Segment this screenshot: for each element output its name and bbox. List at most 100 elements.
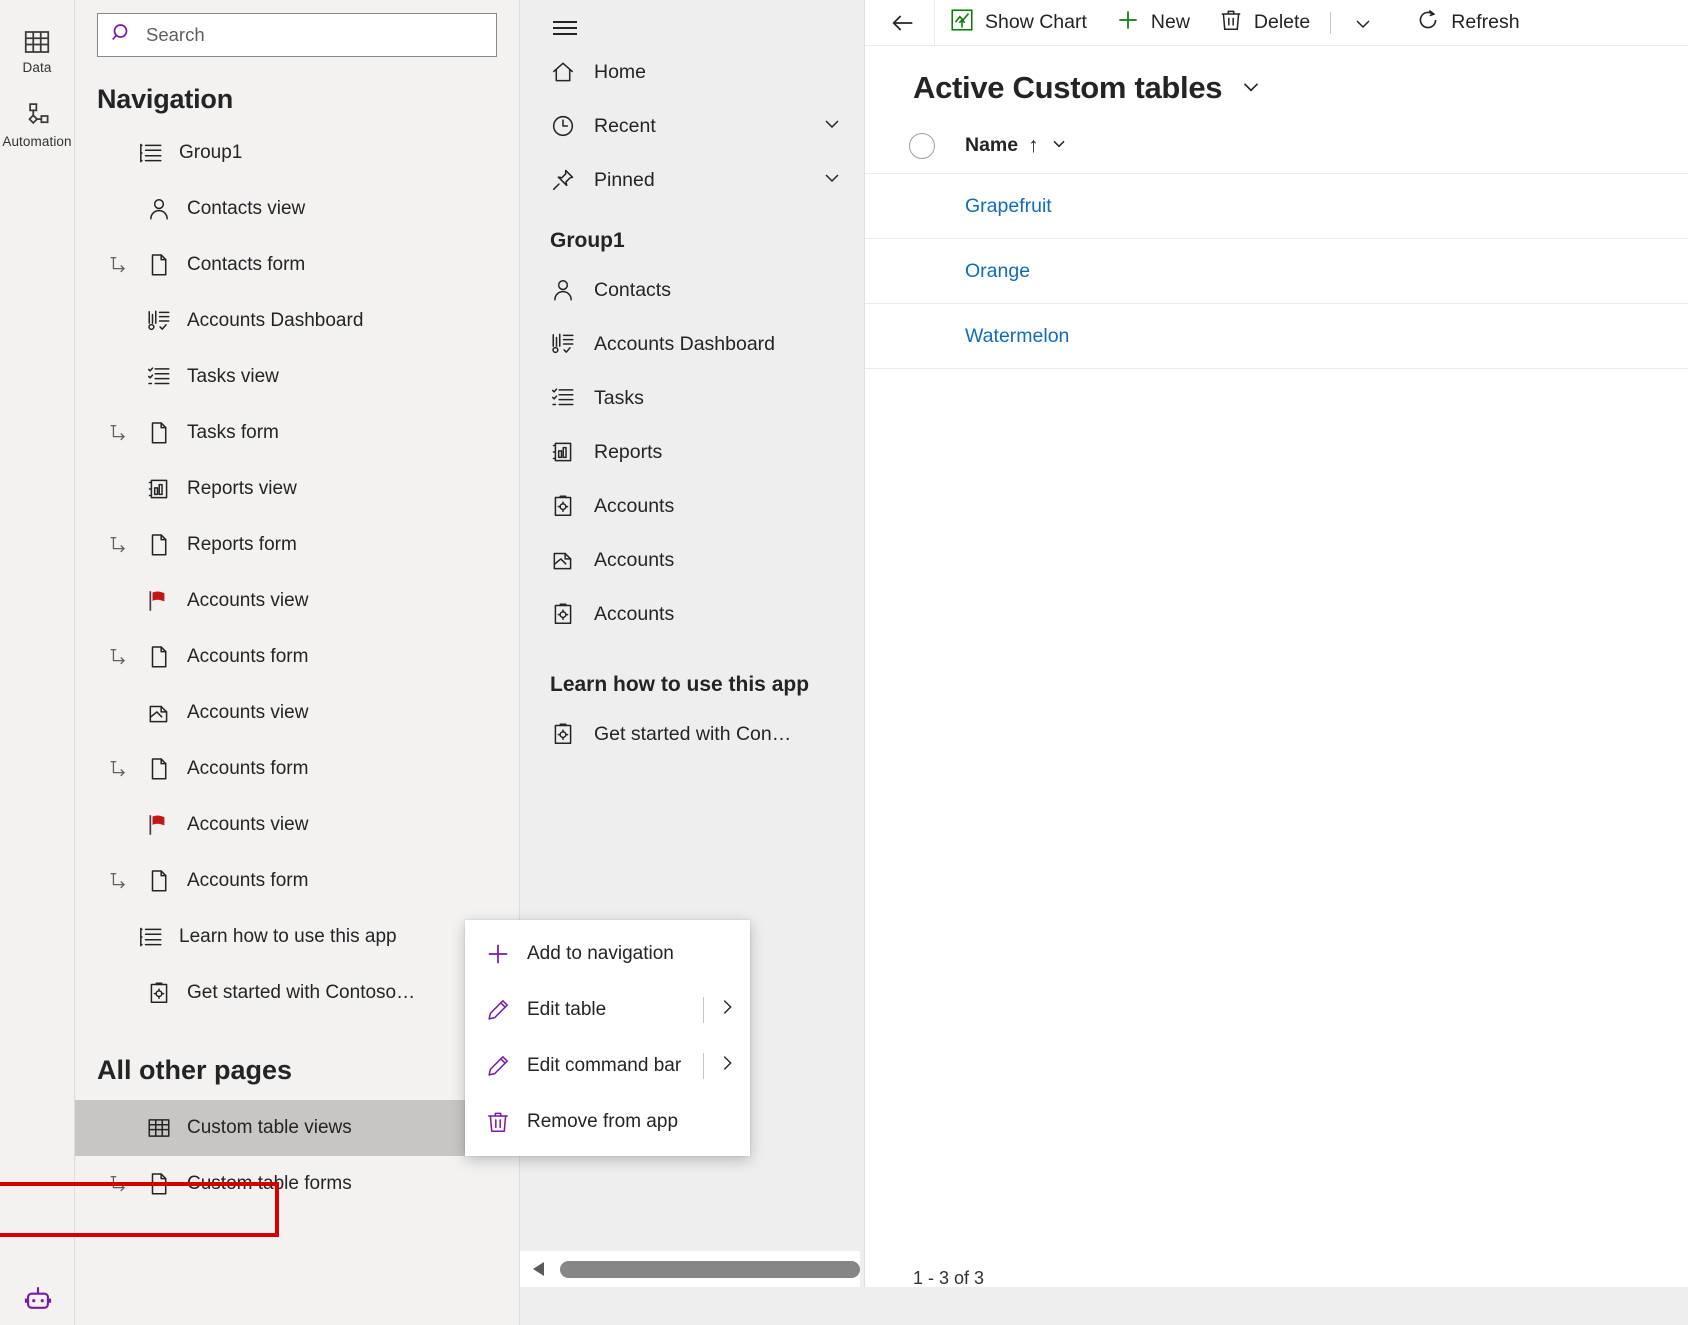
table-row[interactable]: Orange xyxy=(865,239,1688,304)
rail-item-automation[interactable]: Automation xyxy=(0,88,75,162)
nav-item[interactable]: Custom table views… xyxy=(75,1100,519,1156)
nav-item-label: Contacts view xyxy=(187,198,306,219)
preview-nav-item[interactable]: Accounts xyxy=(520,587,864,641)
home-icon xyxy=(550,59,576,85)
nav-item-label: Tasks form xyxy=(187,422,279,443)
table-row[interactable]: Grapefruit xyxy=(865,174,1688,239)
trash-outline-icon xyxy=(1218,7,1244,39)
nav-item-label: Group1 xyxy=(179,142,243,163)
row-name-link[interactable]: Watermelon xyxy=(965,325,1069,348)
nav-item[interactable]: Get started with Contoso… xyxy=(75,965,519,1021)
preview-nav-item[interactable]: Contacts xyxy=(520,263,864,317)
triangle-left-icon[interactable] xyxy=(520,1258,560,1280)
nav-item-label: Accounts form xyxy=(187,646,309,667)
record-count: 1 - 3 of 3 xyxy=(913,1268,985,1288)
clipboard-gear-icon xyxy=(145,980,173,1006)
nav-item-label: Accounts form xyxy=(187,870,309,891)
select-all-circle[interactable] xyxy=(909,132,965,159)
rail-item-data[interactable]: Data xyxy=(0,14,75,88)
nav-item[interactable]: Accounts view xyxy=(75,685,519,741)
back-arrow-icon[interactable] xyxy=(871,0,935,46)
form-page-icon xyxy=(145,532,173,558)
context-menu-item[interactable]: Add to navigation xyxy=(465,926,750,982)
context-menu-item[interactable]: Remove from app xyxy=(465,1094,750,1150)
nav-item[interactable]: Learn how to use this app xyxy=(75,909,519,965)
scrollbar-track[interactable] xyxy=(560,1251,860,1287)
refresh-button[interactable]: Refresh xyxy=(1389,0,1533,46)
delete-button[interactable]: Delete xyxy=(1204,0,1324,46)
nav-item-label: Get started with Contoso… xyxy=(187,982,416,1003)
row-name-link[interactable]: Grapefruit xyxy=(965,195,1052,218)
show-chart-button[interactable]: Show Chart xyxy=(935,0,1101,46)
view-selector[interactable]: Active Custom tables xyxy=(865,46,1688,118)
nav-item[interactable]: Accounts form xyxy=(75,741,519,797)
automation-icon xyxy=(22,101,52,131)
nav-item[interactable]: Accounts view xyxy=(75,797,519,853)
form-page-icon xyxy=(145,420,173,446)
nav-item[interactable]: Accounts view xyxy=(75,573,519,629)
nav-item[interactable]: Contacts form xyxy=(75,237,519,293)
pin-icon xyxy=(550,167,576,193)
preview-nav-item[interactable]: Pinned xyxy=(520,153,864,207)
chevron-down-icon[interactable] xyxy=(820,111,844,141)
nav-item-label: Accounts form xyxy=(187,758,309,779)
search-box[interactable] xyxy=(97,13,497,57)
subitem-arrow-icon xyxy=(105,758,131,780)
nav-item[interactable]: Accounts form xyxy=(75,853,519,909)
view-chevron-down-icon[interactable] xyxy=(1238,73,1264,104)
sort-ascending-icon: ↑ xyxy=(1028,133,1039,157)
scrollbar-thumb[interactable] xyxy=(560,1260,860,1278)
context-menu-item[interactable]: Edit command bar xyxy=(465,1038,750,1094)
hamburger-icon[interactable] xyxy=(520,8,864,45)
command-overflow-chevron-down-icon[interactable] xyxy=(1337,0,1389,46)
preview-nav-item[interactable]: Accounts Dashboard xyxy=(520,317,864,371)
navigation-list: Group1 Contacts view Contacts form Accounts… xyxy=(75,125,519,1027)
nav-item[interactable]: Accounts form xyxy=(75,629,519,685)
chevron-down-icon[interactable] xyxy=(820,165,844,195)
search-input[interactable] xyxy=(146,24,484,46)
new-button[interactable]: New xyxy=(1101,0,1204,46)
all-other-pages-heading: All other pages xyxy=(97,1055,293,1085)
preview-group-heading: Group1 xyxy=(550,229,625,252)
navigation-title: Navigation xyxy=(97,84,234,114)
nav-item[interactable]: Tasks form xyxy=(75,405,519,461)
horizontal-scrollbar[interactable] xyxy=(520,1251,860,1287)
nav-item[interactable]: Reports view xyxy=(75,461,519,517)
chevron-right-icon[interactable] xyxy=(716,1052,738,1080)
preview-nav-label: Contacts xyxy=(594,278,671,301)
nav-item[interactable]: Reports form xyxy=(75,517,519,573)
preview-nav-item[interactable]: Reports xyxy=(520,425,864,479)
plus-icon xyxy=(485,941,511,967)
row-name-link[interactable]: Orange xyxy=(965,260,1030,283)
clock-icon xyxy=(550,113,576,139)
command-bar: Show Chart New Delete Refresh xyxy=(865,0,1688,46)
nav-item[interactable]: Contacts view xyxy=(75,181,519,237)
preview-nav-item[interactable]: Tasks xyxy=(520,371,864,425)
pencil-icon xyxy=(485,997,511,1023)
form-page-icon xyxy=(145,868,173,894)
chevron-right-icon[interactable] xyxy=(716,996,738,1024)
subitem-arrow-icon xyxy=(105,1173,131,1195)
preview-top-items: Home Recent Pinned xyxy=(520,45,864,207)
nav-item[interactable]: Group1 xyxy=(75,125,519,181)
preview-nav-item[interactable]: Accounts xyxy=(520,479,864,533)
preview-nav-item[interactable]: Recent xyxy=(520,99,864,153)
context-menu-item-label: Edit table xyxy=(527,999,607,1020)
preview-nav-item[interactable]: Home xyxy=(520,45,864,99)
column-header-name[interactable]: Name ↑ xyxy=(965,133,1069,159)
preview-nav-item[interactable]: Accounts xyxy=(520,533,864,587)
nav-item[interactable]: Accounts Dashboard xyxy=(75,293,519,349)
table-row[interactable]: Watermelon xyxy=(865,304,1688,369)
grid-header-row: Name ↑ xyxy=(865,118,1688,174)
nav-item[interactable]: Tasks view xyxy=(75,349,519,405)
column-chevron-down-icon[interactable] xyxy=(1049,133,1069,159)
copilot-robot-icon[interactable] xyxy=(0,1283,75,1317)
trash-icon xyxy=(485,1109,511,1135)
context-menu-item[interactable]: Edit table xyxy=(465,982,750,1038)
nav-item[interactable]: Custom table forms xyxy=(75,1156,519,1212)
form-page-icon xyxy=(145,756,173,782)
preview-learn-items: Get started with Con… xyxy=(520,707,864,761)
preview-nav-item[interactable]: Get started with Con… xyxy=(520,707,864,761)
clipboard-gear-icon xyxy=(550,601,576,627)
refresh-label: Refresh xyxy=(1451,11,1520,33)
